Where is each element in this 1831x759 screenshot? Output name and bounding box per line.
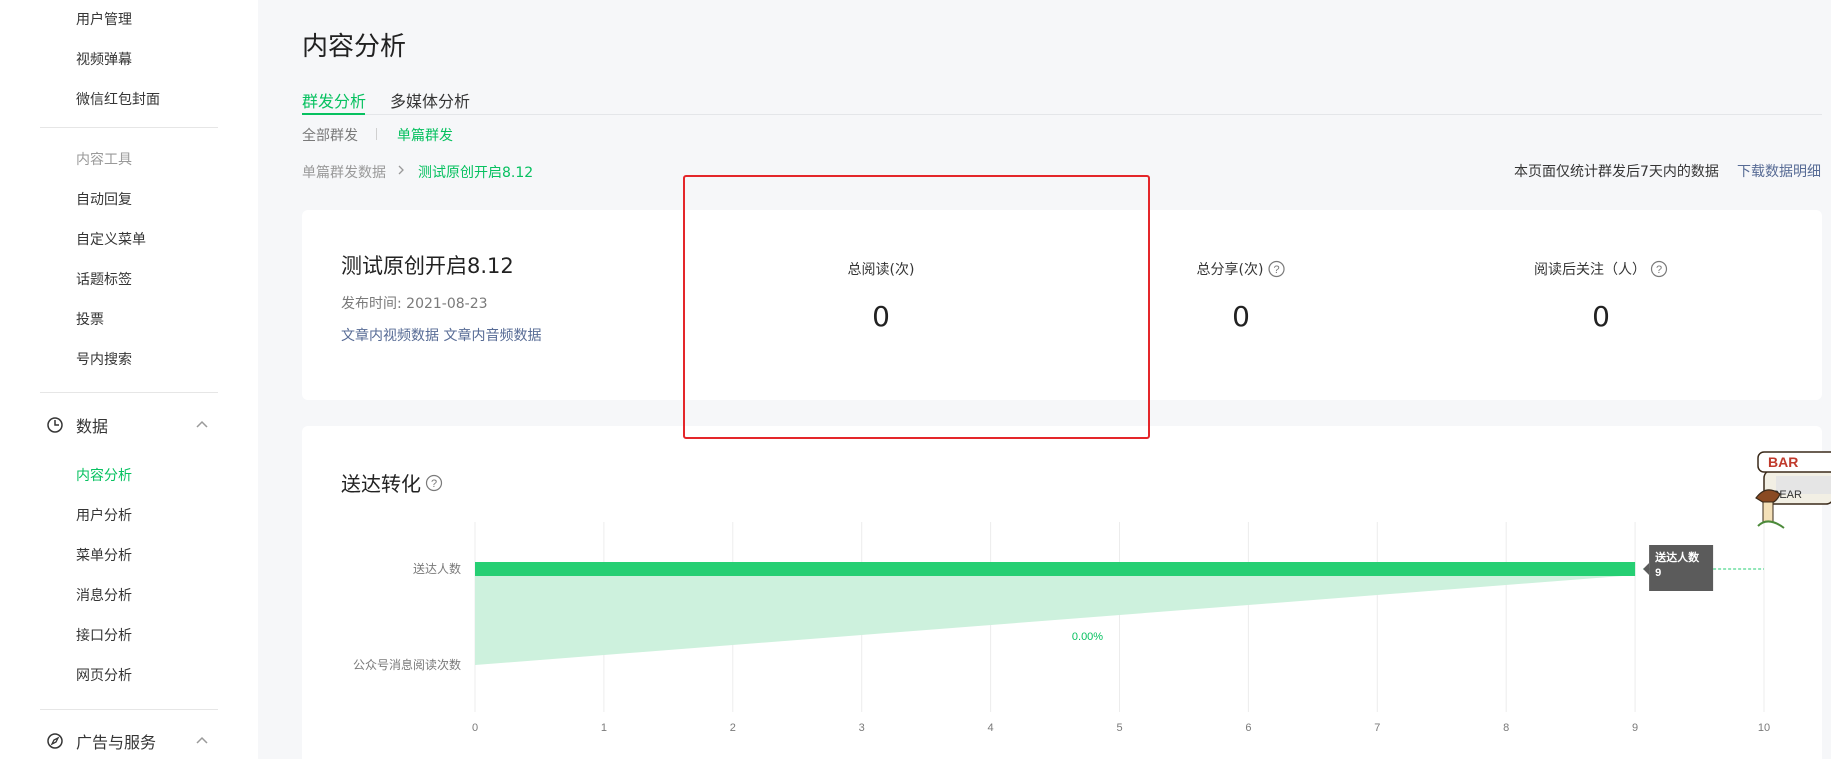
x-tick-label: 2 (730, 722, 736, 734)
tooltip-arrow (1643, 563, 1650, 575)
y-category-label: 公众号消息阅读次数 (353, 657, 461, 672)
svg-text:BAR: BAR (1768, 454, 1798, 470)
bears-sticker-image: BAR BEAR (1755, 451, 1831, 529)
x-tick-label: 6 (1245, 722, 1251, 734)
x-tick-label: 4 (988, 722, 994, 734)
x-tick-label: 7 (1374, 722, 1380, 734)
conversion-rate-label: 0.00% (1072, 631, 1103, 643)
delivery-funnel-chart: 0 1 2 3 4 5 6 7 8 9 10 送达人数公众号消息阅读次数 0.00% 送达人数 9 (353, 522, 1770, 734)
x-tick-label: 1 (601, 722, 607, 734)
bar-0 (475, 562, 1636, 576)
x-tick-label: 9 (1632, 722, 1638, 734)
x-tick-label: 0 (472, 722, 478, 734)
funnel-area (475, 569, 1636, 665)
y-category-label: 送达人数 (413, 561, 461, 576)
x-tick-label: 3 (859, 722, 865, 734)
tooltip-series-name: 送达人数 (1654, 550, 1700, 564)
x-tick-label: 10 (1758, 722, 1770, 734)
x-tick-label: 5 (1116, 722, 1122, 734)
x-tick-label: 8 (1503, 722, 1509, 734)
tooltip-value: 9 (1655, 567, 1661, 579)
